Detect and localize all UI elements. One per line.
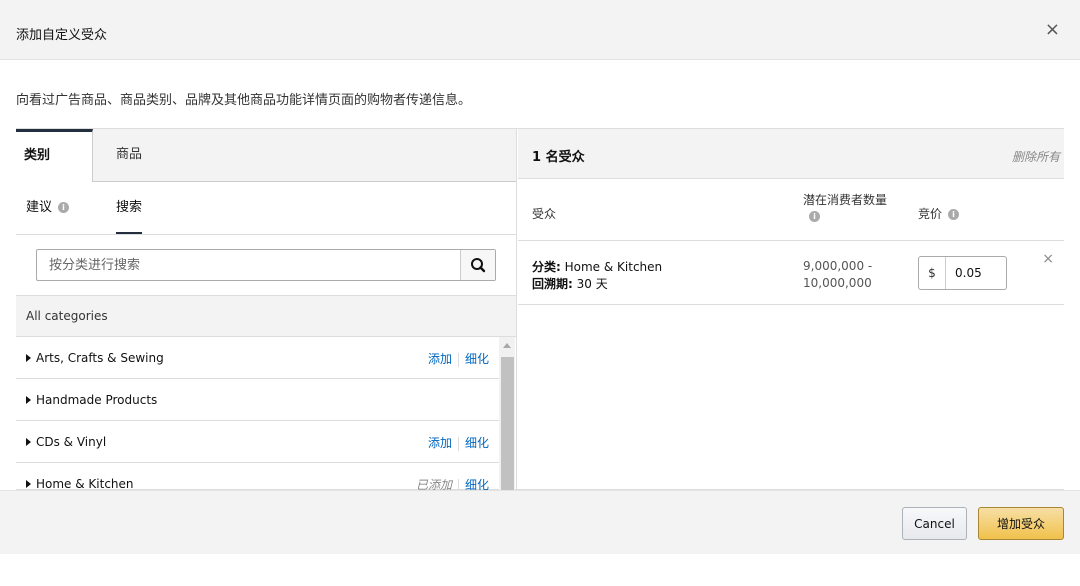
column-reach-label: 潜在消费者数量: [803, 193, 888, 207]
audience-lookback: 回溯期: 30 天: [532, 275, 608, 292]
search-button[interactable]: [460, 250, 495, 280]
reach-max: 10,000,000: [803, 276, 872, 290]
table-header: 受众 潜在消费者数量 i 竞价 i: [518, 179, 1064, 241]
list-item[interactable]: Handmade Products: [16, 379, 499, 421]
lookback-label: 回溯期:: [532, 277, 573, 291]
table-row: 分类: Home & Kitchen 回溯期: 30 天 9,000,000 -…: [518, 241, 1064, 305]
info-icon[interactable]: i: [809, 211, 820, 222]
list-item[interactable]: Home & Kitchen 已添加 细化: [16, 463, 499, 491]
bid-input[interactable]: [947, 257, 1005, 289]
reach-min: 9,000,000 -: [803, 259, 873, 273]
audience-count: 1 名受众: [532, 150, 585, 165]
tab-categories[interactable]: 类别: [16, 129, 93, 182]
category-label: 分类:: [532, 260, 561, 274]
subtab-search[interactable]: 搜索: [116, 182, 143, 234]
selected-audiences: 1 名受众 删除所有 受众 潜在消费者数量 i 竞价 i 分类: Home & Ki…: [518, 129, 1064, 491]
currency-symbol: $: [919, 257, 946, 289]
divider: [457, 352, 459, 367]
dialog-header: 添加自定义受众 ×: [0, 0, 1080, 60]
column-bid: 竞价 i: [918, 205, 960, 222]
search-input[interactable]: [37, 250, 461, 280]
all-categories-label[interactable]: All categories: [16, 295, 516, 337]
close-icon[interactable]: ×: [1042, 251, 1054, 267]
lookback-value: 30 天: [572, 277, 608, 291]
category-name: Handmade Products: [36, 393, 158, 407]
column-reach: 潜在消费者数量 i: [803, 192, 893, 224]
caret-right-icon[interactable]: [26, 354, 31, 362]
refine-link[interactable]: 细化: [465, 352, 489, 366]
caret-right-icon[interactable]: [26, 438, 31, 446]
subtab-suggested[interactable]: 建议 i: [26, 182, 70, 235]
selected-header: 1 名受众 删除所有: [518, 129, 1064, 179]
refine-link[interactable]: 细化: [465, 436, 489, 450]
category-list: Arts, Crafts & Sewing 添加 细化 Handmade Prod…: [16, 337, 499, 491]
divider: [457, 436, 459, 451]
close-icon[interactable]: ×: [1045, 20, 1060, 40]
bid-field: $: [918, 256, 1007, 290]
dialog-description: 向看过广告商品、商品类别、品牌及其他商品功能详情页面的购物者传递信息。: [16, 93, 472, 108]
audience-panel: 类别 商品 建议 i 搜索 All categories Arts, Crafts…: [16, 128, 1064, 491]
scroll-up-icon[interactable]: [503, 343, 511, 348]
add-link[interactable]: 添加: [428, 436, 452, 450]
category-value: Home & Kitchen: [560, 260, 663, 274]
tab-products[interactable]: 商品: [116, 129, 142, 182]
category-search: [36, 249, 496, 281]
column-audience: 受众: [532, 207, 557, 221]
caret-right-icon[interactable]: [26, 480, 31, 488]
audience-category: 分类: Home & Kitchen: [532, 258, 662, 275]
add-link[interactable]: 添加: [428, 352, 452, 366]
list-item[interactable]: Arts, Crafts & Sewing 添加 细化: [16, 337, 499, 379]
tab-bar: 类别 商品: [16, 129, 516, 182]
dialog-title: 添加自定义受众: [16, 28, 108, 43]
category-name: CDs & Vinyl: [36, 435, 107, 449]
category-scrollbar[interactable]: [499, 337, 515, 491]
subtab-bar: 建议 i 搜索: [16, 182, 516, 235]
scroll-thumb[interactable]: [501, 357, 514, 491]
add-audience-button[interactable]: 增加受众: [978, 507, 1064, 540]
cancel-button[interactable]: Cancel: [902, 507, 967, 540]
info-icon[interactable]: i: [58, 202, 70, 213]
category-name: Arts, Crafts & Sewing: [36, 351, 164, 365]
reach-value: 9,000,000 - 10,000,000: [803, 258, 872, 292]
category-picker: 类别 商品 建议 i 搜索 All categories Arts, Crafts…: [16, 129, 517, 491]
search-icon: [471, 258, 486, 273]
caret-right-icon[interactable]: [26, 396, 31, 404]
category-name: Home & Kitchen: [36, 477, 134, 491]
info-icon[interactable]: i: [948, 209, 960, 220]
list-item[interactable]: CDs & Vinyl 添加 细化: [16, 421, 499, 463]
subtab-suggested-label: 建议: [26, 200, 53, 215]
remove-all-link[interactable]: 删除所有: [1012, 148, 1060, 165]
dialog-footer: Cancel 增加受众: [0, 490, 1080, 554]
column-bid-label: 竞价: [918, 207, 943, 221]
